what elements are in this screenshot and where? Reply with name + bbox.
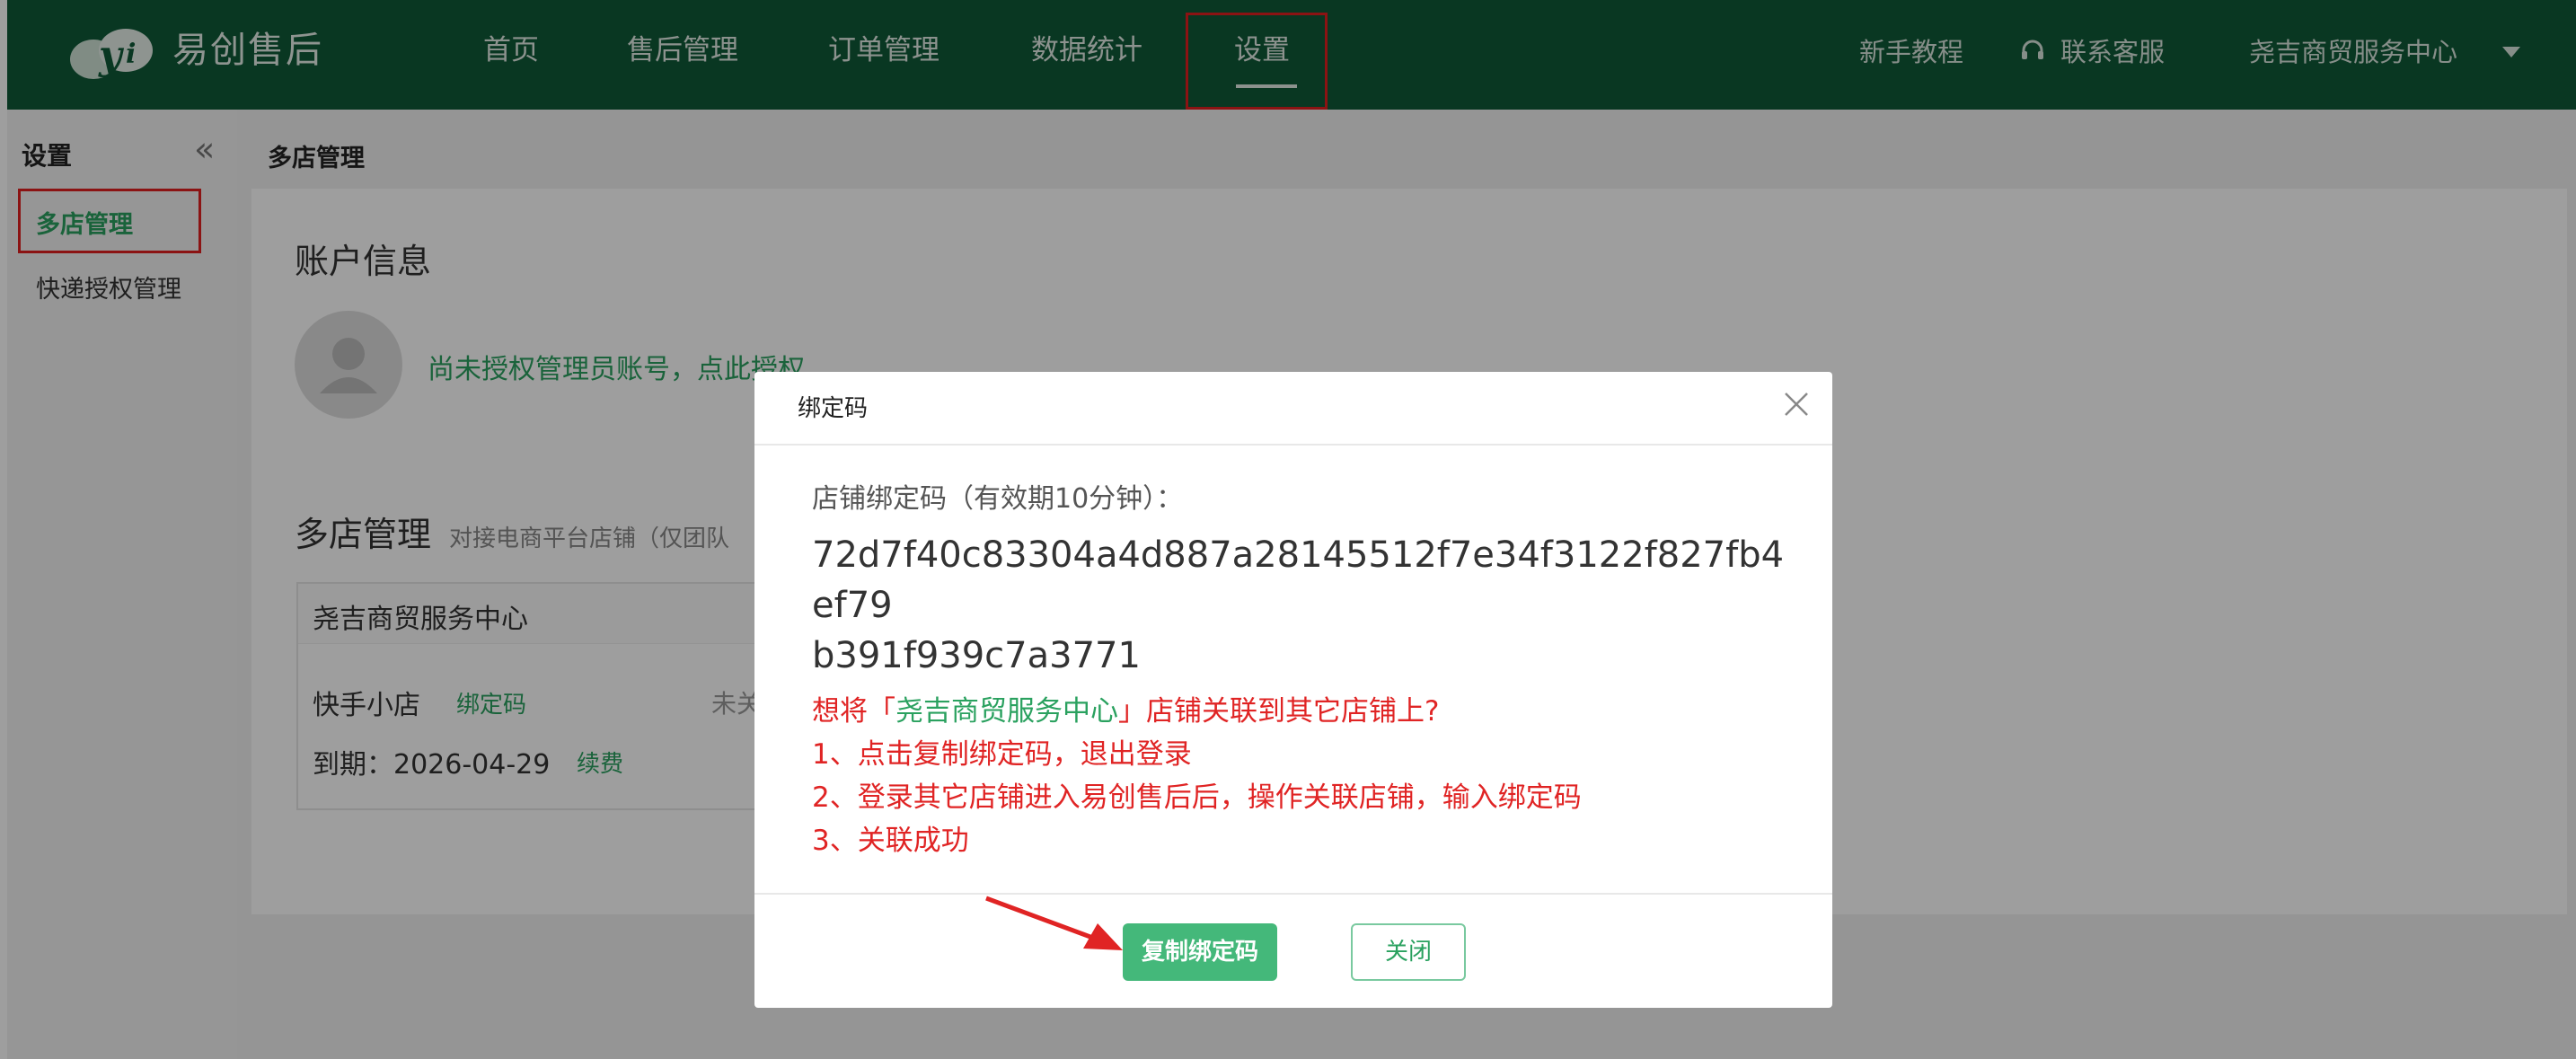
dialog-title: 绑定码 [798, 395, 869, 422]
bind-code-value[interactable]: 72d7f40c83304a4d887a28145512f7e34f3122f8… [812, 530, 1791, 681]
bind-code-line-2: b391f939c7a3771 [812, 635, 1141, 676]
annotation-arrow-icon [985, 896, 1123, 950]
dialog-footer-divider [754, 893, 1832, 895]
tip-step-1: 1、点击复制绑定码，退出登录 [812, 738, 1192, 771]
tip-step-3: 3、关联成功 [812, 825, 969, 857]
tip-step-2: 2、登录其它店铺进入易创售后后，操作关联店铺，输入绑定码 [812, 781, 1582, 814]
tip-shop-name: 尧吉商贸服务中心 [895, 695, 1118, 728]
bind-code-dialog: 绑定码 店铺绑定码（有效期10分钟）： 72d7f40c83304a4d887a… [754, 372, 1832, 1008]
close-button[interactable]: 关闭 [1351, 923, 1466, 981]
close-icon[interactable] [1780, 388, 1813, 420]
dialog-divider [754, 444, 1832, 446]
tip-question: 想将「尧吉商贸服务中心」店铺关联到其它店铺上? [812, 695, 1440, 728]
bind-code-label: 店铺绑定码（有效期10分钟）： [812, 483, 1184, 515]
bind-code-line-1: 72d7f40c83304a4d887a28145512f7e34f3122f8… [812, 534, 1785, 626]
copy-bind-code-button[interactable]: 复制绑定码 [1123, 923, 1277, 981]
